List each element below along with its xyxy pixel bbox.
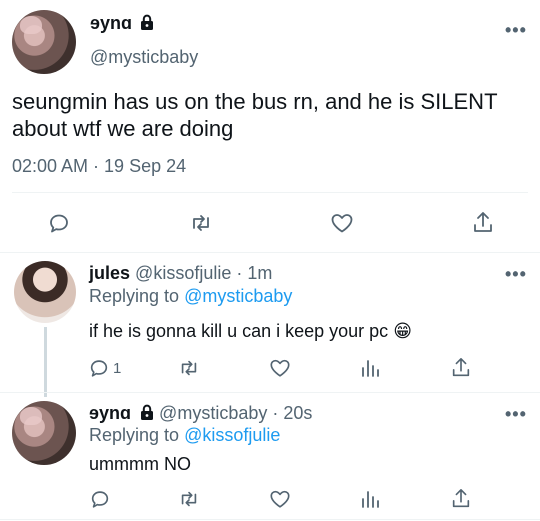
reply-icon[interactable] bbox=[88, 487, 112, 511]
reply-author-line: ɘynɑ @mysticbaby · 20s bbox=[89, 402, 312, 424]
divider bbox=[0, 392, 540, 393]
mention-link[interactable]: @kissofjulie bbox=[184, 425, 280, 445]
divider bbox=[0, 519, 540, 520]
like-icon[interactable] bbox=[267, 487, 293, 511]
timestamp[interactable]: 02:00 AM · 19 Sep 24 bbox=[12, 156, 186, 177]
display-name[interactable]: jules bbox=[89, 263, 130, 283]
handle[interactable]: @mysticbaby bbox=[90, 47, 198, 68]
handle[interactable]: @kissofjulie bbox=[135, 263, 231, 283]
mention-link[interactable]: @mysticbaby bbox=[184, 286, 292, 306]
retweet-icon[interactable] bbox=[176, 487, 202, 511]
handle[interactable]: @mysticbaby bbox=[159, 403, 267, 423]
like-icon[interactable] bbox=[267, 356, 293, 380]
replying-prefix: Replying to bbox=[89, 425, 180, 445]
display-name[interactable]: ɘynɑ bbox=[89, 403, 131, 423]
lock-icon bbox=[141, 404, 154, 420]
more-icon[interactable]: ••• bbox=[505, 20, 527, 41]
divider bbox=[12, 192, 528, 193]
analytics-icon[interactable] bbox=[357, 356, 383, 380]
grimace-emoji-icon: 😁 bbox=[393, 321, 412, 342]
more-icon[interactable]: ••• bbox=[505, 404, 527, 425]
reply-text: if he is gonna kill u can i keep your pc… bbox=[89, 321, 412, 342]
reply-count: 1 bbox=[113, 359, 122, 377]
reply-icon[interactable] bbox=[44, 208, 74, 238]
author-line: ɘynɑ bbox=[90, 13, 154, 34]
avatar[interactable] bbox=[14, 261, 76, 323]
tweet-text: seungmin has us on the bus rn, and he is… bbox=[12, 89, 498, 141]
share-icon[interactable] bbox=[448, 487, 474, 511]
retweet-icon[interactable] bbox=[176, 356, 202, 380]
reply-button[interactable]: 1 bbox=[88, 356, 121, 380]
divider bbox=[0, 252, 540, 253]
reply-time[interactable]: 1m bbox=[247, 263, 272, 283]
reply-author-line: jules @kissofjulie · 1m bbox=[89, 262, 272, 284]
display-name[interactable]: ɘynɑ bbox=[90, 13, 132, 33]
reply-time[interactable]: 20s bbox=[283, 403, 312, 423]
share-icon[interactable] bbox=[468, 208, 498, 238]
replying-to: Replying to @mysticbaby bbox=[89, 285, 292, 307]
replying-to: Replying to @kissofjulie bbox=[89, 424, 280, 446]
retweet-icon[interactable] bbox=[186, 208, 216, 238]
reply-text: ummmm NO bbox=[89, 454, 191, 474]
reply-icon bbox=[90, 360, 108, 377]
separator: · bbox=[236, 263, 243, 283]
analytics-icon[interactable] bbox=[357, 487, 383, 511]
lock-icon bbox=[141, 14, 154, 30]
separator: · bbox=[272, 403, 279, 423]
reply-body: if he is gonna kill u can i keep your pc bbox=[89, 321, 389, 341]
more-icon[interactable]: ••• bbox=[505, 264, 527, 285]
avatar[interactable] bbox=[12, 401, 76, 465]
share-icon[interactable] bbox=[448, 356, 474, 380]
avatar[interactable] bbox=[12, 10, 76, 74]
thread-line bbox=[44, 327, 47, 397]
replying-prefix: Replying to bbox=[89, 286, 180, 306]
like-icon[interactable] bbox=[327, 208, 357, 238]
